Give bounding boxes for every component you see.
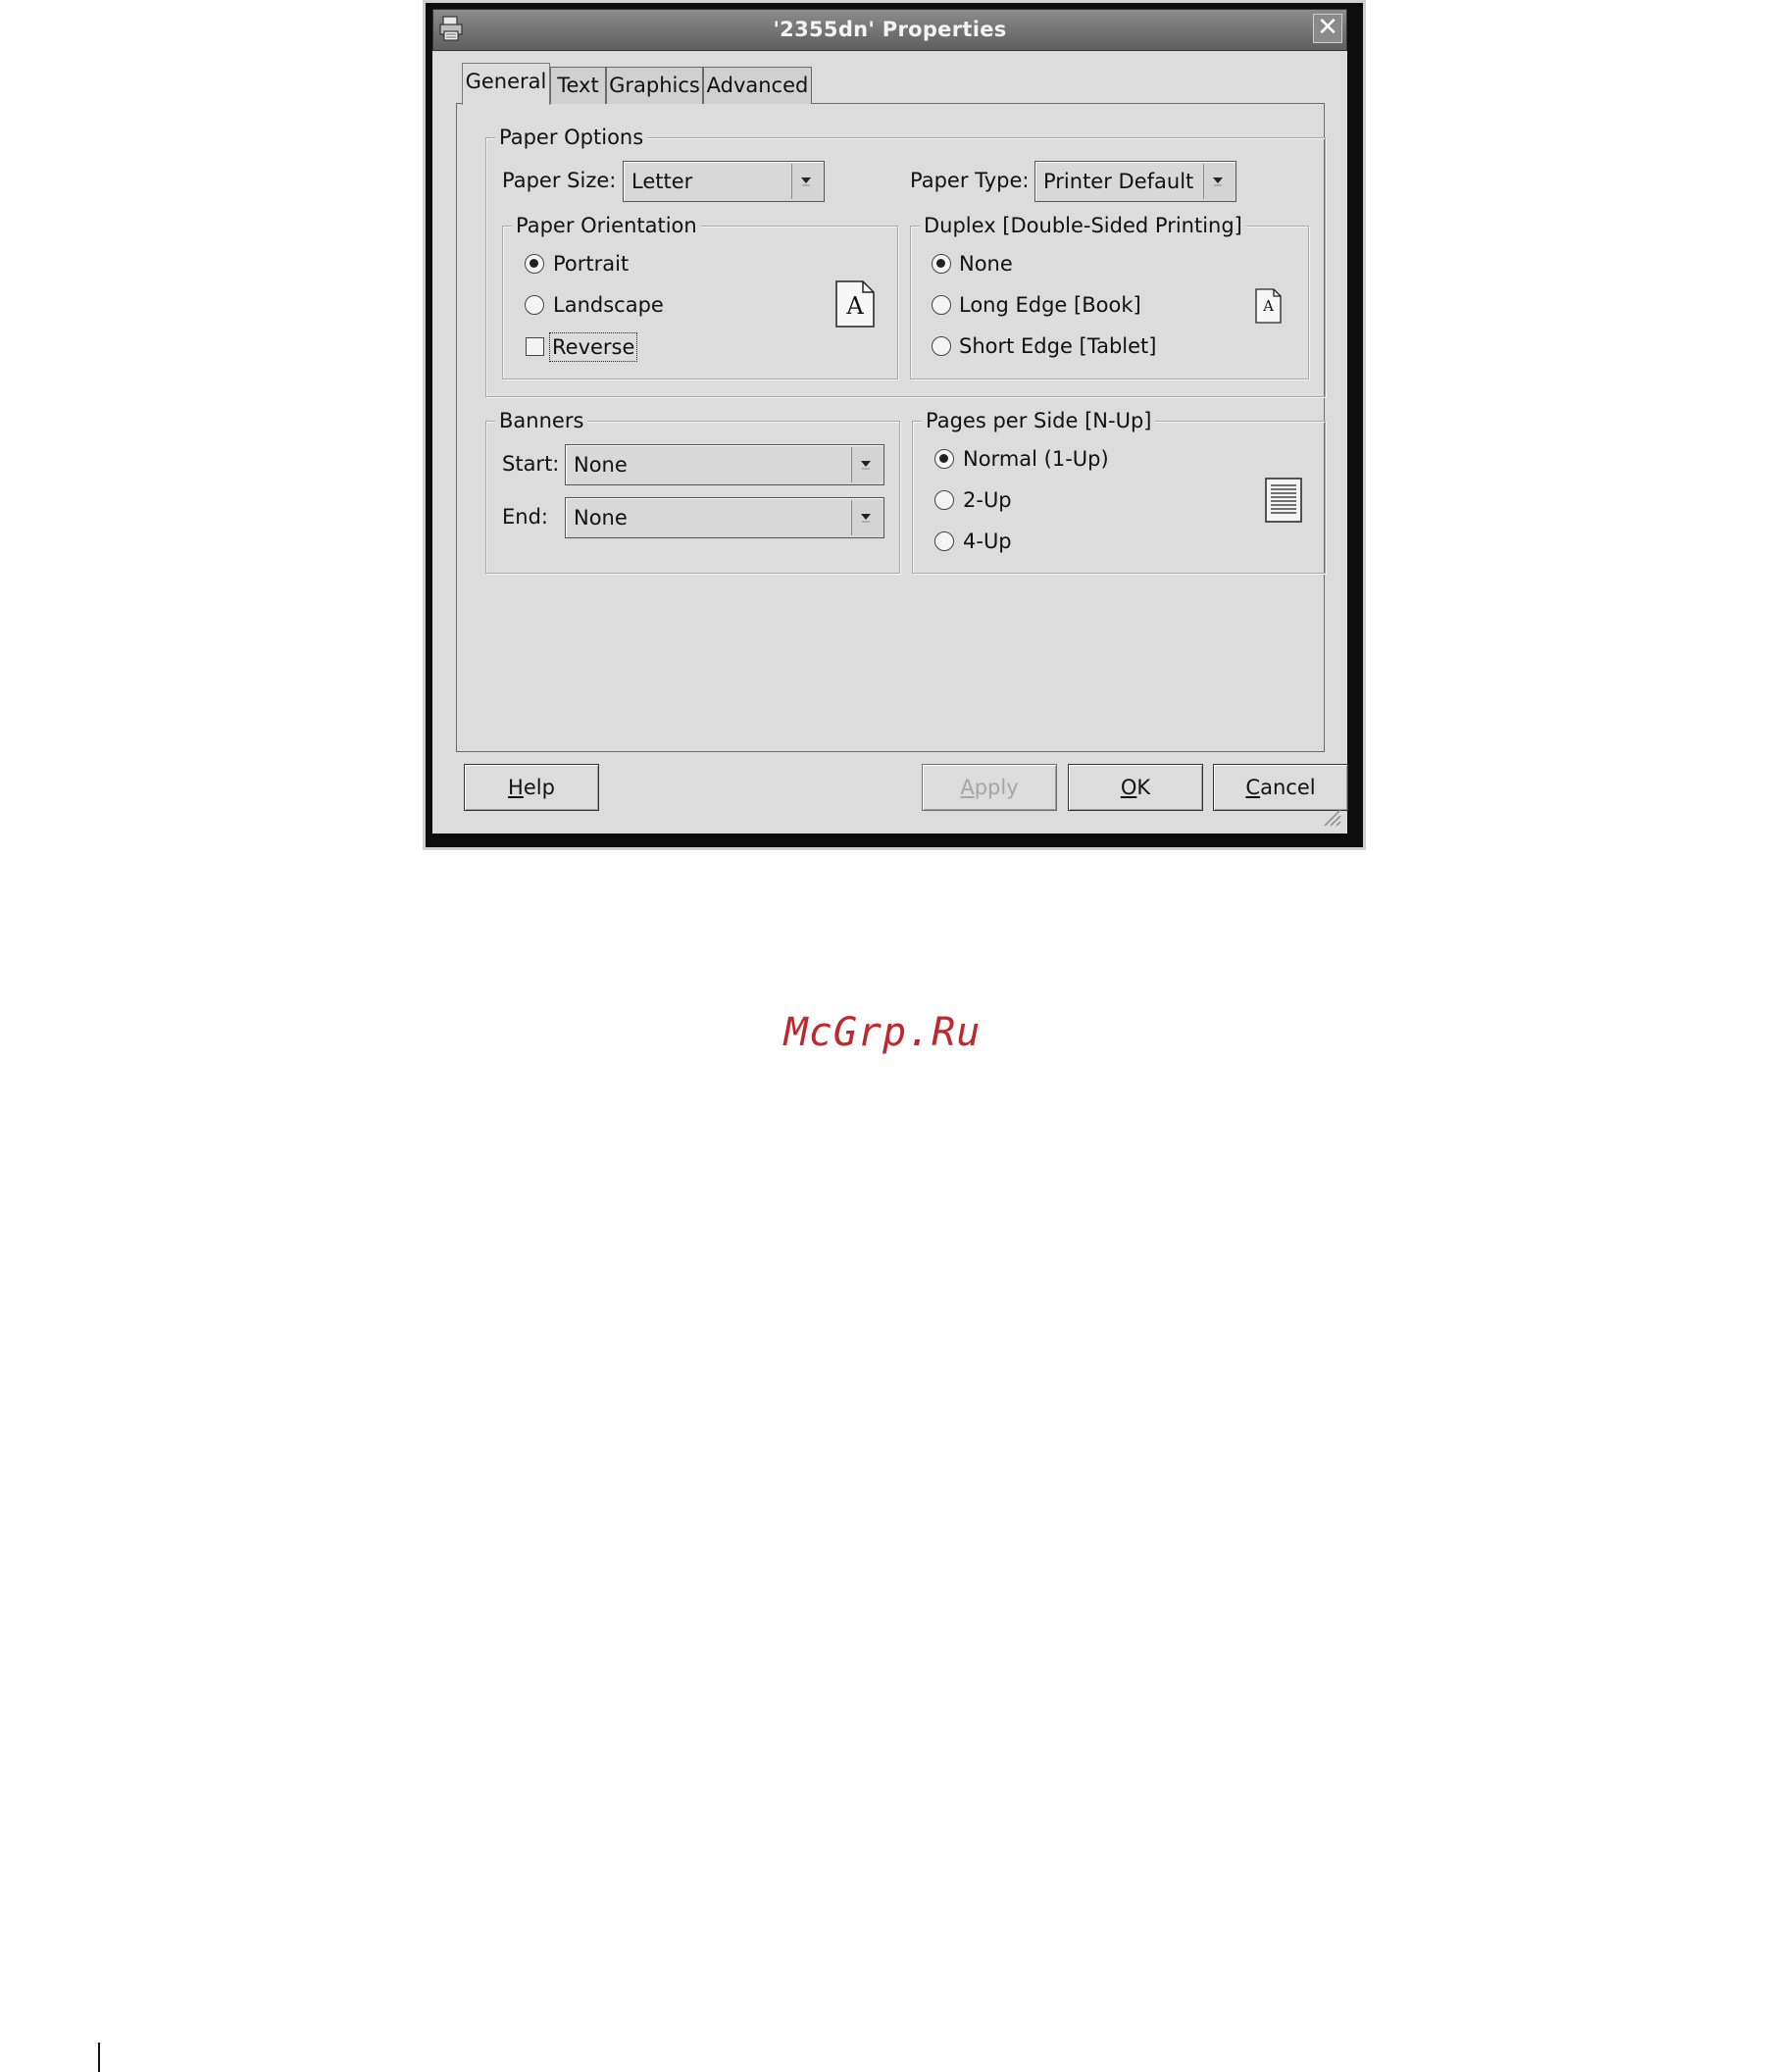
reverse-label[interactable]: Reverse	[549, 332, 638, 362]
banner-end-value: None	[574, 506, 628, 530]
watermark: McGrp.Ru	[783, 1010, 982, 1055]
duplex-legend: Duplex [Double-Sided Printing]	[920, 213, 1246, 238]
landscape-label: Landscape	[553, 293, 664, 317]
portrait-preview-glyph: A	[846, 292, 864, 320]
duplex-long-edge-label: Long Edge [Book]	[959, 293, 1141, 317]
close-icon: ✕	[1317, 13, 1338, 42]
banner-end-label: End:	[502, 505, 548, 529]
dropdown-arrow-icon	[851, 447, 882, 482]
paper-type-label: Paper Type:	[910, 169, 1030, 192]
dropdown-arrow-icon	[791, 164, 822, 199]
tab-graphics[interactable]: Graphics	[606, 67, 703, 104]
apply-button[interactable]: Apply	[922, 764, 1057, 811]
margin-rule	[98, 2043, 100, 2072]
duplex-none-label: None	[959, 252, 1013, 276]
duplex-long-edge-radio[interactable]	[932, 295, 951, 315]
tab-advanced[interactable]: Advanced	[703, 67, 812, 104]
landscape-radio[interactable]	[525, 295, 544, 315]
paper-type-value: Printer Default	[1043, 170, 1194, 193]
nup-normal-radio[interactable]	[934, 449, 954, 469]
portrait-label: Portrait	[553, 252, 630, 276]
dropdown-arrow-icon	[1203, 164, 1234, 199]
banner-start-select[interactable]: None	[565, 444, 884, 485]
duplex-none-radio[interactable]	[932, 254, 951, 274]
paper-options-legend: Paper Options	[495, 125, 648, 150]
nup-preview-icon	[1265, 478, 1302, 523]
close-button[interactable]: ✕	[1313, 14, 1342, 43]
help-button[interactable]: Help	[464, 764, 599, 811]
paper-size-select[interactable]: Letter	[623, 161, 825, 202]
paper-orientation-legend: Paper Orientation	[512, 213, 701, 238]
reverse-checkbox[interactable]	[526, 337, 544, 356]
window-title: '2355dn' Properties	[773, 18, 1007, 41]
portrait-radio[interactable]	[525, 254, 544, 274]
paper-size-label: Paper Size:	[502, 169, 617, 192]
tab-general[interactable]: General	[462, 63, 550, 105]
duplex-short-edge-radio[interactable]	[932, 336, 951, 356]
portrait-preview-icon: A	[835, 280, 875, 328]
paper-size-value: Letter	[631, 170, 693, 193]
duplex-preview-glyph: A	[1263, 297, 1274, 315]
nup-2up-label: 2-Up	[963, 488, 1012, 512]
nup-legend: Pages per Side [N-Up]	[922, 408, 1156, 433]
nup-4up-radio[interactable]	[934, 531, 954, 551]
duplex-preview-icon: A	[1255, 288, 1282, 324]
resize-grip-icon[interactable]	[1319, 804, 1342, 828]
ok-button[interactable]: OK	[1068, 764, 1203, 811]
nup-normal-label: Normal (1-Up)	[963, 447, 1109, 471]
banner-start-label: Start:	[502, 452, 560, 476]
banners-legend: Banners	[495, 408, 588, 433]
nup-4up-label: 4-Up	[963, 530, 1012, 553]
tab-text[interactable]: Text	[550, 67, 606, 104]
paper-type-select[interactable]: Printer Default	[1034, 161, 1236, 202]
nup-2up-radio[interactable]	[934, 490, 954, 510]
banner-end-select[interactable]: None	[565, 497, 884, 538]
dropdown-arrow-icon	[851, 500, 882, 535]
banner-start-value: None	[574, 453, 628, 477]
duplex-short-edge-label: Short Edge [Tablet]	[959, 334, 1157, 358]
